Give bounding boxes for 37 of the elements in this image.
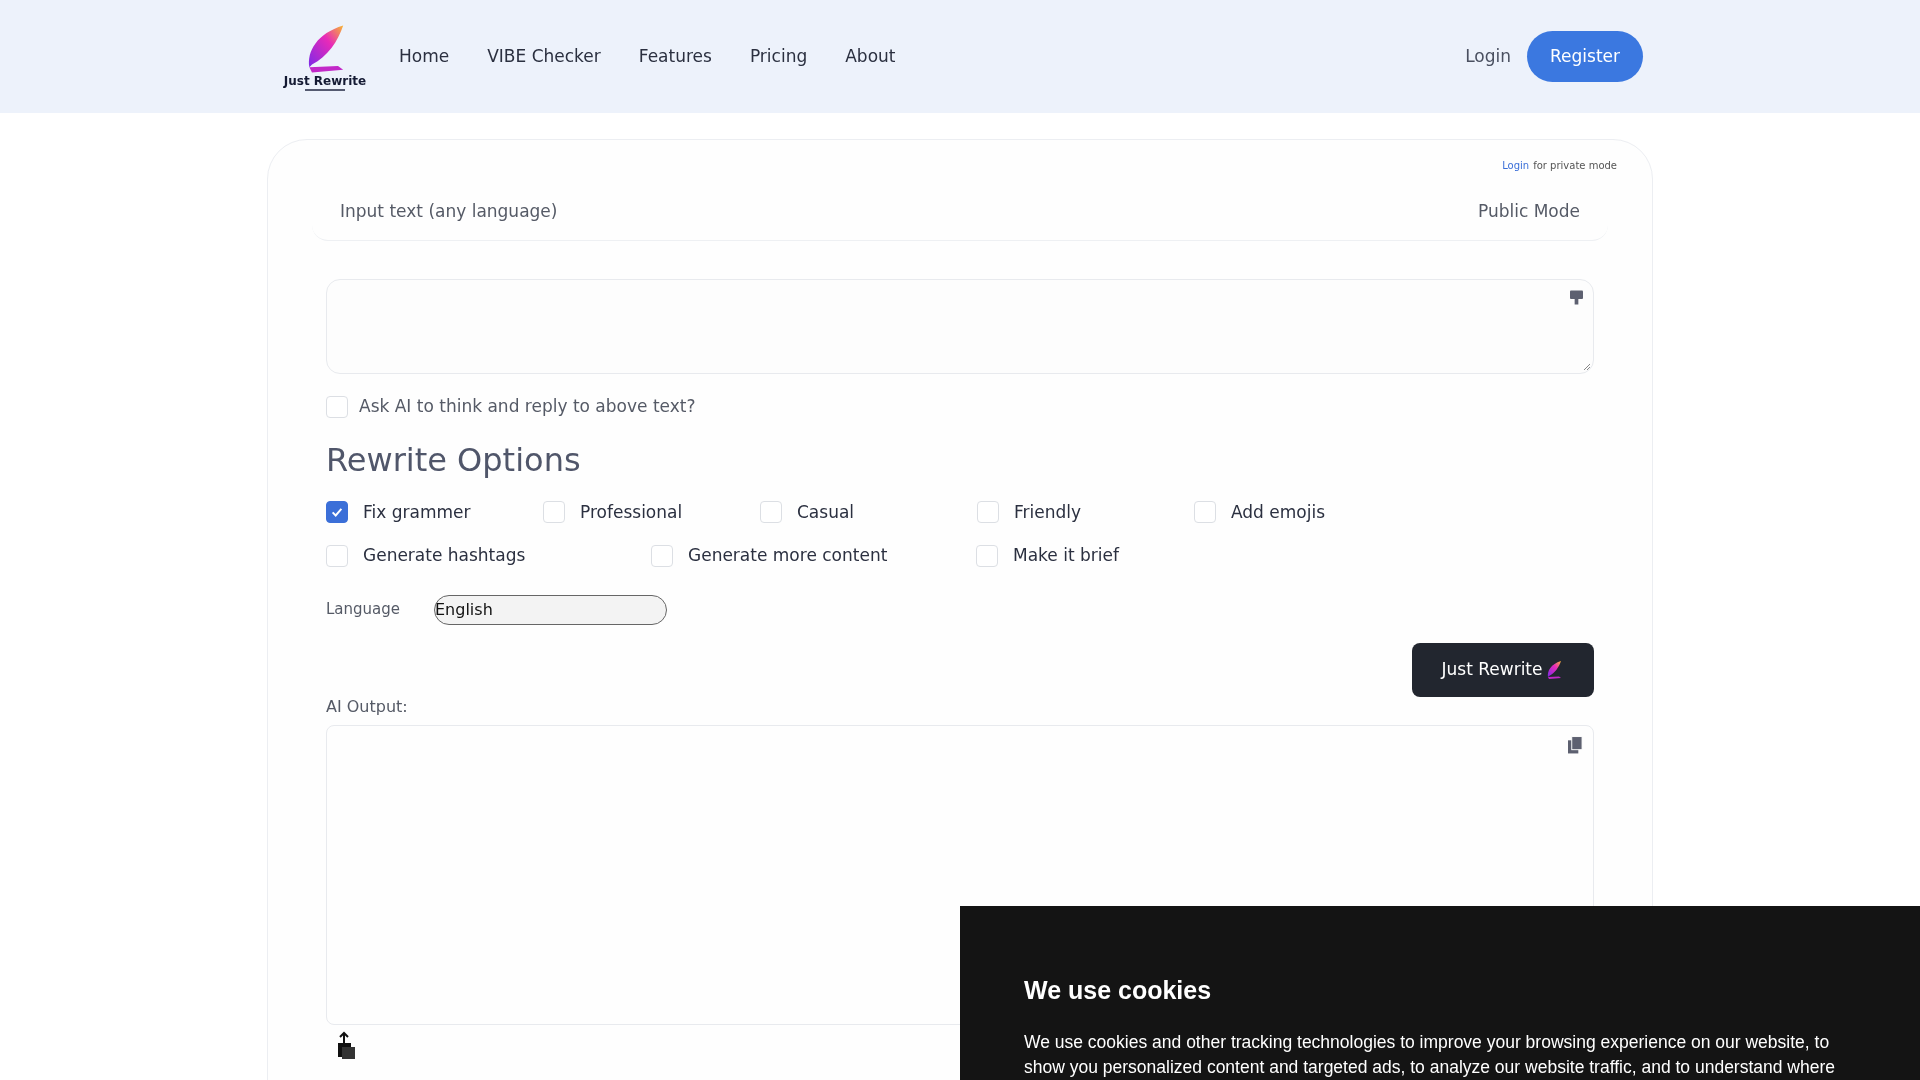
copy-icon[interactable] xyxy=(1568,735,1583,754)
section-title: Rewrite Options xyxy=(326,443,582,476)
resize-handle-icon[interactable] xyxy=(1583,363,1591,371)
nav-link[interactable]: Home xyxy=(399,43,450,70)
logo[interactable]: Just Rewrite xyxy=(277,22,373,91)
option-label: Ask AI to think and reply to above text? xyxy=(359,395,696,418)
option-label: Friendly xyxy=(1014,500,1082,524)
option-label: Fix grammer xyxy=(363,500,471,524)
option-label: Casual xyxy=(797,500,855,524)
language-select[interactable]: English xyxy=(434,594,667,625)
option-label: Professional xyxy=(580,500,683,524)
share-icon[interactable] xyxy=(336,1030,356,1059)
option-label: Generate hashtags xyxy=(363,544,526,567)
option-label: Generate more content xyxy=(688,544,888,567)
private-mode-note: for private mode xyxy=(1533,159,1617,173)
nav-link[interactable]: VIBE Checker xyxy=(487,43,601,70)
check-icon xyxy=(330,505,344,520)
logo-text: Just Rewrite xyxy=(283,74,367,87)
cookie-title: We use cookies xyxy=(1024,975,1213,1006)
option-label: Add emojis xyxy=(1231,500,1326,524)
output-label: AI Output: xyxy=(326,695,409,718)
cookie-text: We use cookies and other tracking technologies to improve your browsing experience on our website, to show you personalized content and targeted ads, to analyze our website traffic, and to understand where xyxy=(1024,1030,1837,1079)
checkbox[interactable] xyxy=(326,501,348,524)
brush-icon xyxy=(1570,290,1583,306)
nav-link[interactable]: About xyxy=(845,43,896,70)
nav-link[interactable]: Pricing xyxy=(749,43,808,70)
input-textarea[interactable] xyxy=(326,279,1594,374)
input-label: Input text (any language) xyxy=(340,199,558,223)
login-link[interactable]: Login xyxy=(1465,43,1511,70)
language-label: Language xyxy=(326,599,402,621)
rewrite-button[interactable]: Just Rewrite xyxy=(1412,642,1594,697)
register-button[interactable]: Register xyxy=(1527,31,1643,82)
nav-link[interactable]: Features xyxy=(638,43,712,70)
tagline-mark xyxy=(305,88,345,91)
option-label: Make it brief xyxy=(1013,544,1119,567)
login-link[interactable]: Login xyxy=(1502,158,1530,173)
mode-label: Public Mode xyxy=(1477,199,1580,223)
